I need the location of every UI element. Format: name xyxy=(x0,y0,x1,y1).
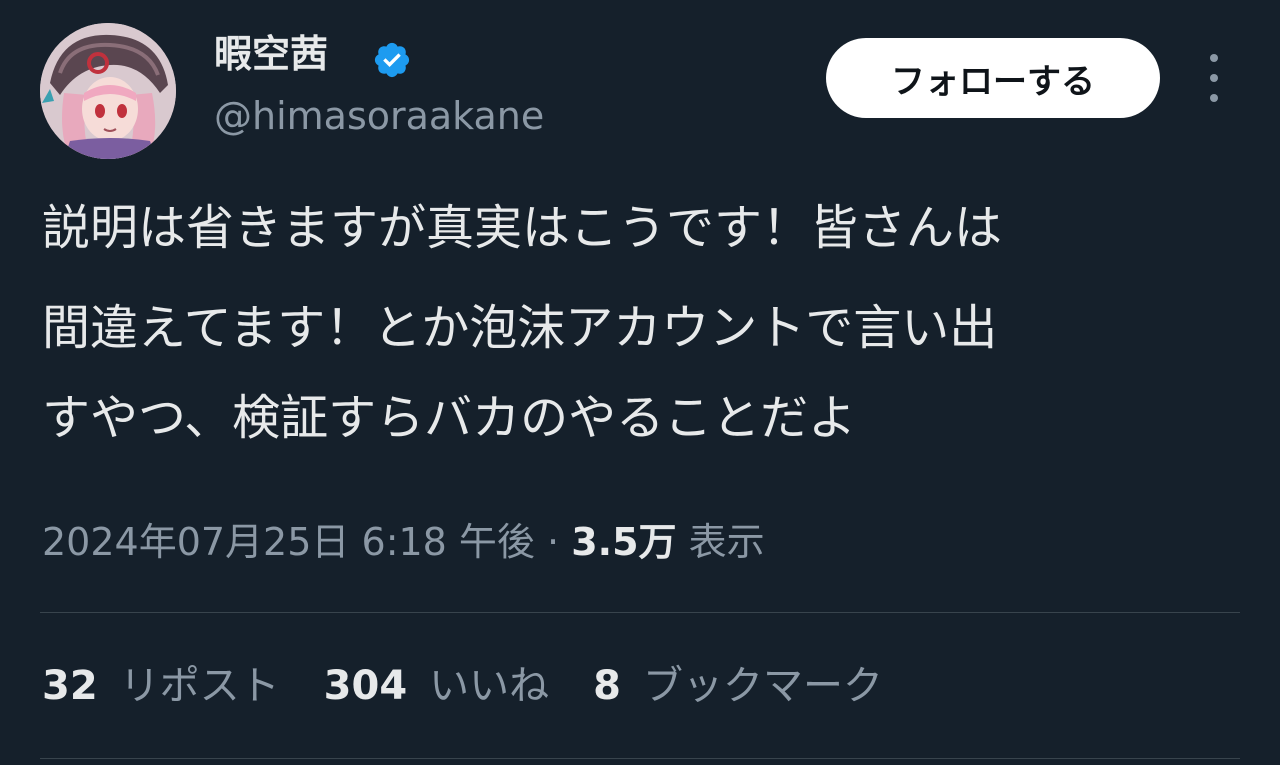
bookmarks-label: ブックマーク xyxy=(643,663,884,709)
tweet-text-line-2: 間違えてます！とか泡沫アカウントで言い出 xyxy=(42,300,998,356)
reposts-count: 32 xyxy=(42,663,98,709)
meta-separator: · xyxy=(547,520,560,564)
more-dot xyxy=(1210,54,1218,62)
display-name[interactable]: 暇空茜 xyxy=(214,32,328,78)
bookmarks-count: 8 xyxy=(593,663,622,709)
reposts-stat[interactable]: 32 リポスト xyxy=(42,662,280,710)
reposts-label: リポスト xyxy=(119,663,280,709)
tweet-time[interactable]: 6:18 午後 xyxy=(362,520,535,564)
bookmarks-stat[interactable]: 8 ブックマーク xyxy=(593,662,883,710)
avatar[interactable] xyxy=(40,23,176,159)
verified-badge-icon xyxy=(374,42,410,78)
engagement-stats: 32 リポスト 304 いいね 8 ブックマーク xyxy=(42,662,883,710)
divider xyxy=(40,612,1240,613)
tweet-meta: 2024年07月25日 6:18 午後 · 3.5万 表示 xyxy=(42,520,765,566)
views-label: 表示 xyxy=(688,520,765,564)
user-handle[interactable]: @himasoraakane xyxy=(214,94,544,140)
likes-stat[interactable]: 304 いいね xyxy=(324,662,550,710)
avatar-image xyxy=(40,23,176,159)
follow-button[interactable]: フォローする xyxy=(826,38,1160,118)
divider xyxy=(40,758,1240,759)
likes-count: 304 xyxy=(323,663,408,709)
likes-label: いいね xyxy=(429,663,550,709)
tweet-text-line-3: すやつ、検証すらバカのやることだよ xyxy=(42,390,857,446)
tweet-date[interactable]: 2024年07月25日 xyxy=(42,520,349,564)
views-count: 3.5万 xyxy=(571,520,677,564)
more-dot xyxy=(1210,94,1218,102)
more-vertical-icon[interactable] xyxy=(1196,54,1232,102)
more-dot xyxy=(1210,74,1218,82)
tweet-text-line-1: 説明は省きますが真実はこうです！皆さんは xyxy=(42,200,1003,256)
